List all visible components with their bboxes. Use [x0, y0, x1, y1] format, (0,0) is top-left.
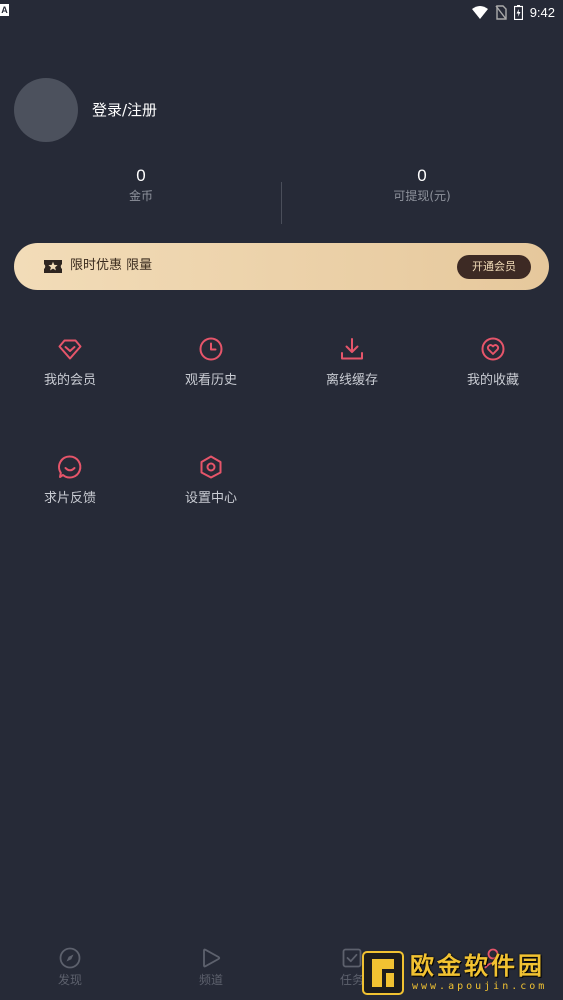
profile-screen: A 9:42 登录/注册 0 金币 0 可提现(元) 限时优惠 限量 开通会员 … [0, 0, 563, 1000]
battery-icon [513, 4, 523, 20]
menu-label: 我的会员 [43, 373, 96, 388]
withdrawable-label: 可提现(元) [393, 189, 451, 203]
settings-hex-icon [200, 455, 222, 479]
diamond-icon [58, 339, 82, 360]
wifi-icon [471, 5, 488, 19]
withdrawable-value: 0 [417, 166, 427, 185]
play-icon [203, 948, 221, 968]
withdrawable-stat[interactable]: 0 可提现(元) [281, 165, 563, 205]
menu-offline-cache[interactable]: 离线缓存 [282, 336, 422, 416]
menu-label: 设置中心 [184, 491, 237, 506]
menu-watch-history[interactable]: 观看历史 [141, 336, 281, 416]
watermark-url: www.apoujin.com [412, 981, 548, 992]
menu-label: 观看历史 [184, 373, 237, 388]
chat-smile-icon [58, 455, 82, 479]
watermark-text: 欧金软件园 [410, 952, 545, 980]
ticket-star-icon [44, 260, 62, 273]
vip-promo-text: 限时优惠 限量 [70, 258, 153, 273]
coins-label: 金币 [128, 189, 153, 203]
menu-request-feedback[interactable]: 求片反馈 [0, 454, 140, 534]
status-bar: A 9:42 [0, 0, 563, 24]
clock-icon [199, 337, 223, 361]
menu-my-vip[interactable]: 我的会员 [0, 336, 140, 416]
coins-value: 0 [136, 166, 146, 185]
menu-label: 离线缓存 [325, 373, 378, 388]
download-icon [341, 338, 363, 360]
vip-banner[interactable]: 限时优惠 限量 开通会员 [14, 243, 549, 290]
nav-channel[interactable]: 频道 [141, 947, 281, 988]
coins-stat[interactable]: 0 金币 [0, 165, 282, 205]
nav-discover[interactable]: 发现 [0, 947, 140, 988]
status-time: 9:42 [529, 4, 555, 20]
menu-my-favorites[interactable]: 我的收藏 [423, 336, 563, 416]
watermark-logo-icon [362, 951, 404, 995]
compass-icon [59, 947, 81, 969]
avatar[interactable] [14, 78, 78, 142]
watermark: 欧金软件园 www.apoujin.com [362, 949, 560, 999]
no-sim-icon [495, 4, 507, 20]
nav-label: 频道 [198, 973, 223, 987]
menu-label: 求片反馈 [43, 491, 96, 506]
menu-label: 我的收藏 [466, 373, 519, 388]
nav-label: 发现 [57, 973, 82, 987]
menu-settings-center[interactable]: 设置中心 [141, 454, 281, 534]
open-vip-button[interactable]: 开通会员 [457, 255, 531, 279]
notification-icon: A [0, 4, 9, 16]
login-register-link[interactable]: 登录/注册 [92, 99, 157, 121]
status-icons: 9:42 [471, 3, 555, 21]
heart-icon [481, 337, 505, 361]
task-icon [342, 948, 362, 968]
